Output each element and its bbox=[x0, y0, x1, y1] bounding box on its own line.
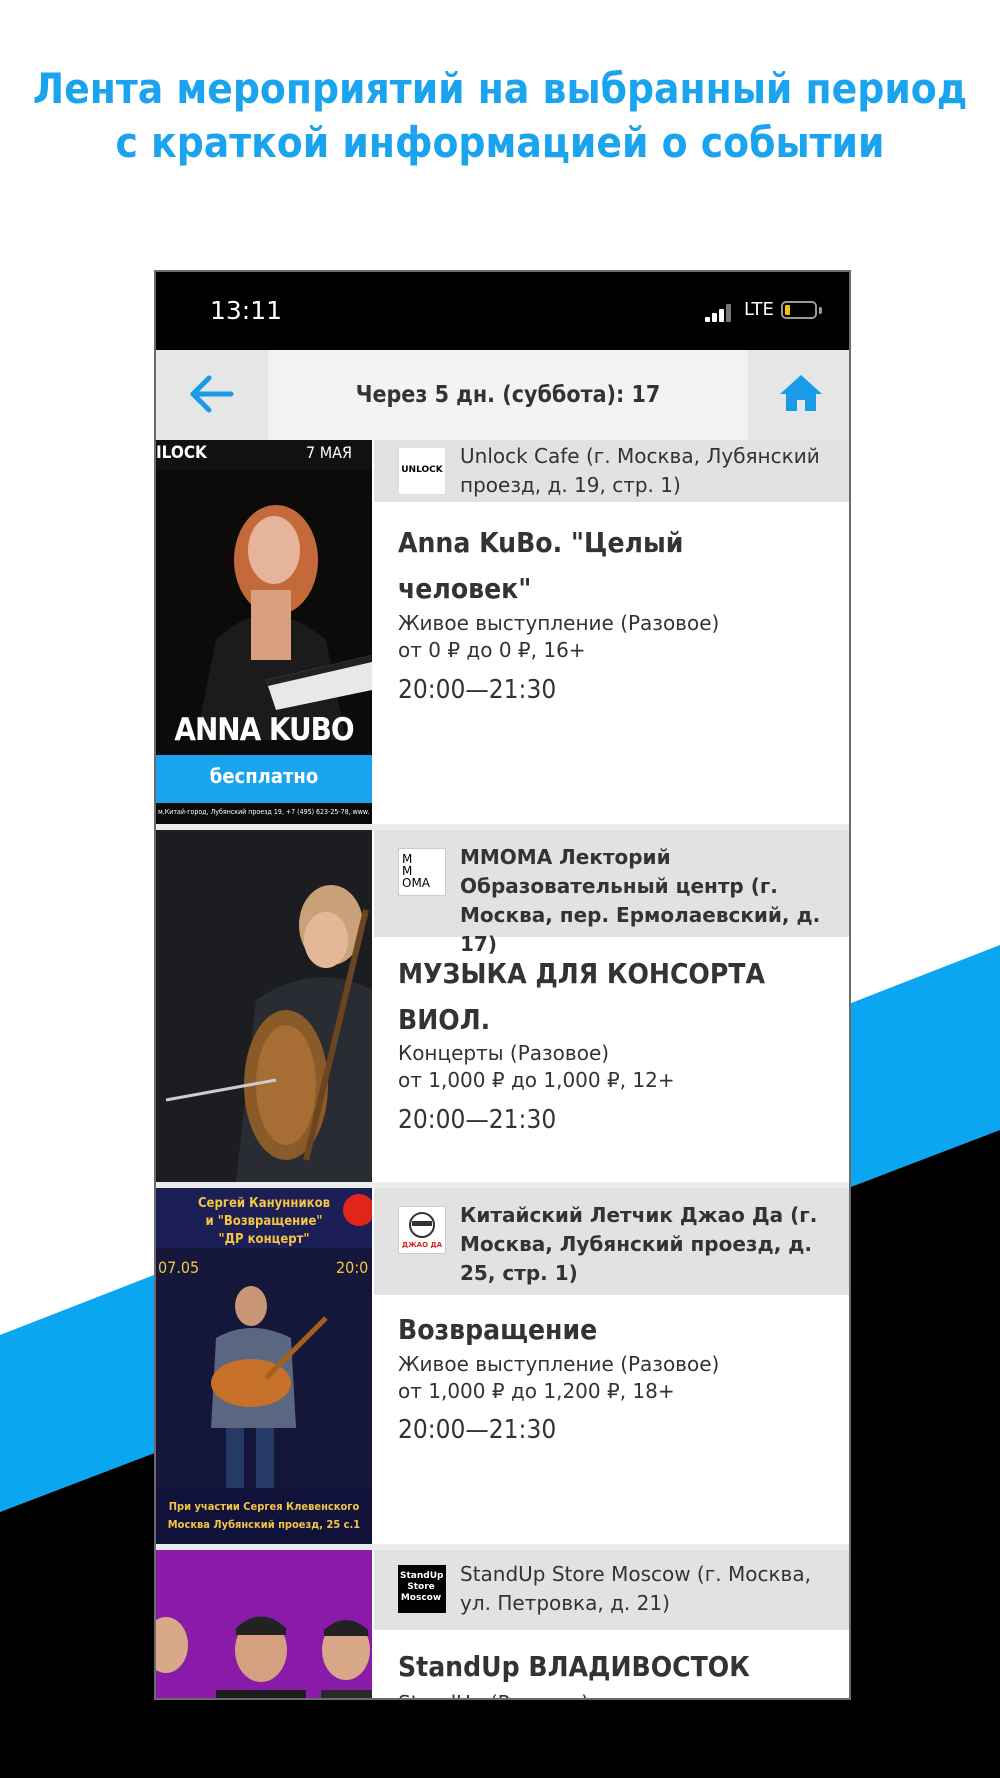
venue-logo-text: M M OMA bbox=[402, 852, 431, 890]
event-poster bbox=[156, 830, 372, 1182]
event-title-line-1: Anna KuBo. "Целый bbox=[398, 526, 684, 559]
event-category: Концерты (Разовое) bbox=[398, 1041, 610, 1065]
event-title-line-1: Возвращение bbox=[398, 1313, 598, 1346]
venue-bar[interactable]: StandUp Store Moscow StandUp Store Mosco… bbox=[374, 1550, 849, 1630]
promo-headline: Лента мероприятий на выбранный период с … bbox=[0, 62, 1000, 170]
nav-title-area: Через 5 дн. (суббота): 17 bbox=[268, 350, 748, 440]
phone-frame: 13:11 LTE Через 5 дн. (суббота): 17 ILOC… bbox=[154, 270, 851, 1700]
event-title: StandUp ВЛАДИВОСТОК bbox=[398, 1644, 843, 1690]
status-bar: 13:11 LTE bbox=[156, 272, 849, 350]
event-title-line-2: ВИОЛ. bbox=[398, 1003, 491, 1036]
event-poster: ILOCK 7 МАЯ ANNA KUBO бесплатно м.Китай-… bbox=[156, 440, 372, 824]
event-title: Возвращение bbox=[398, 1307, 793, 1353]
event-time: 20:00—21:30 bbox=[398, 675, 557, 705]
home-icon bbox=[780, 375, 822, 411]
status-time: 13:11 bbox=[210, 296, 283, 325]
event-poster bbox=[156, 1550, 372, 1698]
event-body: Возвращение Живое выступление (Разовое) … bbox=[374, 1295, 849, 1544]
venue-logo: UNLOCK bbox=[398, 447, 446, 495]
nav-title: Через 5 дн. (суббота): 17 bbox=[355, 382, 661, 408]
poster-image bbox=[156, 1550, 372, 1698]
nav-bar: Через 5 дн. (суббота): 17 bbox=[156, 350, 849, 440]
venue-logo-text: UNLOCK bbox=[401, 465, 443, 475]
event-body: Anna KuBo. "Целый человек" Живое выступл… bbox=[374, 502, 849, 824]
poster-artist: ANNA KUBO bbox=[174, 712, 354, 748]
poster-footer: м.Китай-город, Лубянский проезд 19, +7 (… bbox=[158, 808, 370, 816]
venue-name: StandUp Store Moscow (г. Москва, ул. Пет… bbox=[460, 1562, 811, 1615]
network-type: LTE bbox=[744, 299, 774, 320]
venue-bar[interactable]: UNLOCK Unlock Cafe (г. Москва, Лубянский… bbox=[374, 440, 849, 502]
event-category: StandUp (Разовое) bbox=[398, 1690, 589, 1698]
event-price: от 1,000 ₽ до 1,000 ₽, 12+ bbox=[398, 1068, 675, 1092]
poster-footer-1: При участии Сергея Клевенского bbox=[168, 1500, 360, 1513]
event-card[interactable]: M M OMA MMOMA Лекторий Образовательный ц… bbox=[156, 830, 849, 1182]
battery-tip bbox=[819, 307, 822, 314]
venue-logo-text: ДЖАО ДА bbox=[401, 1241, 443, 1249]
event-title: Anna KuBo. "Целый человек" bbox=[398, 520, 793, 612]
poster-date: 07.05 bbox=[158, 1258, 200, 1277]
home-button[interactable] bbox=[748, 350, 849, 440]
arrow-left-icon bbox=[190, 375, 234, 413]
poster-image bbox=[156, 830, 372, 1182]
poster-badge: бесплатно bbox=[209, 764, 319, 788]
venue-name: Unlock Cafe (г. Москва, Лубянский проезд… bbox=[460, 444, 820, 497]
venue-bar[interactable]: M M OMA MMOMA Лекторий Образовательный ц… bbox=[374, 830, 849, 956]
event-card[interactable]: ILOCK 7 МАЯ ANNA KUBO бесплатно м.Китай-… bbox=[156, 440, 849, 824]
event-card[interactable]: Сергей Канунников и "Возвращение" "ДР ко… bbox=[156, 1188, 849, 1544]
battery-icon bbox=[781, 301, 817, 319]
event-time: 20:00—21:30 bbox=[398, 1415, 557, 1445]
poster-line-1: Сергей Канунников bbox=[197, 1196, 331, 1211]
poster-line-2: и "Возвращение" bbox=[205, 1214, 323, 1229]
event-price: от 0 ₽ до 0 ₽, 16+ bbox=[398, 638, 586, 662]
back-button[interactable] bbox=[156, 350, 268, 440]
event-title-line-2: человек" bbox=[398, 572, 532, 605]
venue-bar[interactable]: ДЖАО ДА Китайский Летчик Джао Да (г. Мос… bbox=[374, 1188, 849, 1295]
event-title: МУЗЫКА ДЛЯ КОНСОРТА ВИОЛ. bbox=[398, 951, 793, 1043]
signal-icon bbox=[705, 304, 735, 322]
venue-logo: ДЖАО ДА bbox=[398, 1206, 446, 1254]
event-body: МУЗЫКА ДЛЯ КОНСОРТА ВИОЛ. Концерты (Разо… bbox=[374, 937, 849, 1182]
poster-line-3: "ДР концерт" bbox=[218, 1232, 310, 1247]
event-price: от 1,000 ₽ до 1,200 ₽, 18+ bbox=[398, 1379, 675, 1403]
venue-logo-text: StandUp Store Moscow bbox=[400, 1571, 444, 1603]
venue-logo: M M OMA bbox=[398, 848, 446, 896]
headline-line-2: с краткой информацией о событии bbox=[115, 118, 885, 167]
poster-hour: 20:0 bbox=[336, 1258, 369, 1277]
event-title-line-1: МУЗЫКА ДЛЯ КОНСОРТА bbox=[398, 957, 765, 990]
event-time: 20:00—21:30 bbox=[398, 1105, 557, 1135]
poster-brand: ILOCK bbox=[156, 443, 207, 463]
poster-date: 7 МАЯ bbox=[306, 443, 352, 462]
event-title-line-1: StandUp ВЛАДИВОСТОК bbox=[398, 1650, 750, 1683]
headline-line-1: Лента мероприятий на выбранный период bbox=[32, 64, 968, 113]
event-category: Живое выступление (Разовое) bbox=[398, 1352, 720, 1376]
event-feed[interactable]: ILOCK 7 МАЯ ANNA KUBO бесплатно м.Китай-… bbox=[156, 440, 849, 1698]
event-category: Живое выступление (Разовое) bbox=[398, 611, 720, 635]
event-body: StandUp ВЛАДИВОСТОК StandUp (Разовое) bbox=[374, 1630, 849, 1698]
event-poster: Сергей Канунников и "Возвращение" "ДР ко… bbox=[156, 1188, 372, 1544]
poster-footer-2: Москва Лубянский проезд, 25 с.1 bbox=[167, 1518, 361, 1531]
venue-logo: StandUp Store Moscow bbox=[398, 1565, 446, 1613]
venue-name: Китайский Летчик Джао Да (г. Москва, Луб… bbox=[460, 1203, 818, 1285]
event-card[interactable]: StandUp Store Moscow StandUp Store Mosco… bbox=[156, 1550, 849, 1698]
